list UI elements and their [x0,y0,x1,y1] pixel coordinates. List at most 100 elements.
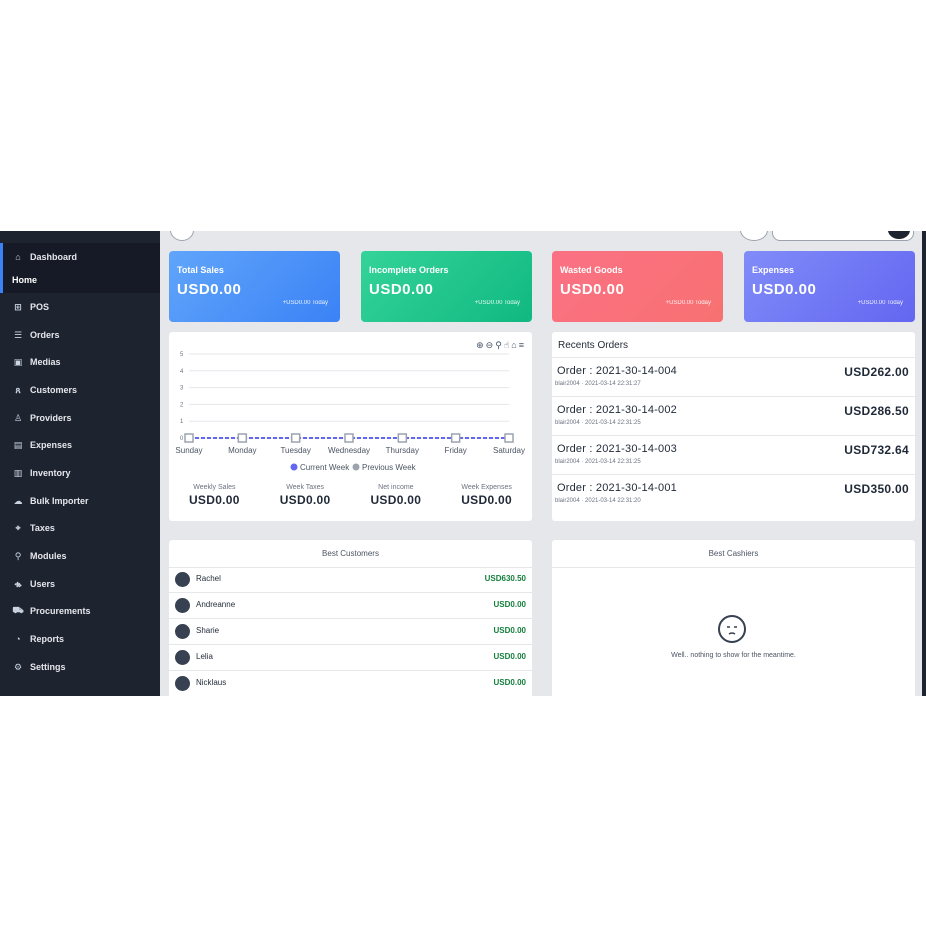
card-value: USD0.00 [369,281,434,298]
panel-title: Recents Orders [558,340,629,351]
data-point [504,433,514,443]
sidebar-item-taxes[interactable]: ⌖ Taxes [12,519,55,537]
sidebar-label: Modules [30,551,67,561]
card-label: Expenses [752,265,795,275]
customer-row[interactable]: Andreanne USD0.00 [169,593,532,619]
truck-icon: ⛟ [12,605,24,615]
card-subtext: +USD0.00 Today [665,300,711,306]
best-customers-panel: Best Customers Rachel USD630.50 Andreann… [169,540,532,696]
sidebar-item-customers[interactable]: ጸ Customers [12,381,77,399]
customer-amount: USD0.00 [493,600,526,609]
data-point [397,433,408,443]
legend-label: Previous Week [362,463,417,472]
avatar [175,598,190,613]
sidebar-item-dashboard-label[interactable]: ⌂ Dashboard [12,248,77,266]
x-tick-label: Monday [228,446,256,455]
card-label: Total Sales [177,265,224,275]
order-meta: blair2004 · 2021-03-14 22:31:27 [555,381,641,387]
y-tick-label: 5 [180,352,184,358]
data-point [237,433,248,443]
plug-icon: ⚲ [14,550,22,561]
customer-name: Nicklaus [196,678,227,687]
customer-row[interactable]: Sharie USD0.00 [169,619,532,645]
legend-marker [352,463,360,471]
dashboard-app: ⌂ Dashboard Home ⊞ POS ☰ Orders ▣ Medias… [0,231,926,696]
sidebar-item-expenses[interactable]: ▤ Expenses [12,436,72,454]
sidebar-label: Orders [30,330,60,340]
sidebar-subitem-home[interactable]: Home [12,275,37,285]
avatar [175,650,190,665]
list-icon: ☰ [13,329,23,340]
customer-row[interactable]: Nicklaus USD0.00 [169,671,532,696]
sidebar-label: Settings [30,662,66,672]
panel-title: Best Customers [169,540,532,568]
customer-amount: USD0.00 [493,678,526,687]
week-taxes-stat: Week Taxes USD0.00 [260,484,351,507]
avatar [175,572,190,587]
x-tick-label: Thursday [386,446,419,455]
y-tick-label: 4 [180,369,184,375]
order-row[interactable]: Order : 2021-30-14-002 blair2004 · 2021-… [552,396,915,435]
sidebar-item-procurements[interactable]: ⛟ Procurements [12,602,91,620]
sidebar-item-providers[interactable]: ♙ Providers [12,409,72,427]
gear-icon: ⚙ [13,661,23,672]
order-meta: blair2004 · 2021-03-14 22:31:25 [555,459,641,465]
sidebar-item-reports[interactable]: ◔ Reports [12,630,64,648]
user-icon: ♙ [13,412,23,423]
sidebar-item-orders[interactable]: ☰ Orders [12,326,60,344]
stat-title: Week Expenses [461,484,512,491]
order-row[interactable]: Order : 2021-30-14-001 blair2004 · 2021-… [552,474,915,513]
weekly-chart-panel: ⊕⊖⚲☝⌂≡ 5 4 3 2 1 0 Sunday Monday Tuesday Wednesda… [169,332,532,521]
empty-message: Well.. nothing to show for the meantime. [671,652,796,659]
order-code: Order : 2021-30-14-004 [557,365,677,377]
stat-title: Weekly Sales [193,484,236,491]
card-value: USD0.00 [177,281,242,298]
customer-name: Rachel [196,574,221,583]
customer-row[interactable]: Lelia USD0.00 [169,645,532,671]
legend-label: Current Week [300,463,350,472]
sidebar-item-modules[interactable]: ⚲ Modules [12,547,67,565]
stat-value: USD0.00 [461,493,513,507]
order-row[interactable]: Order : 2021-30-14-003 blair2004 · 2021-… [552,435,915,474]
sidebar-item-users[interactable]: ቈ Users [12,575,55,593]
customer-name: Sharie [196,626,220,635]
menu-toggle-button[interactable] [170,231,194,241]
stat-title: Net income [378,484,414,491]
customer-amount: USD0.00 [493,652,526,661]
tag-icon: ⌖ [15,522,21,533]
card-subtext: +USD0.00 Today [857,300,903,306]
card-label: Wasted Goods [560,265,623,275]
stat-title: Week Taxes [286,484,325,491]
cloud-upload-icon: ☁ [13,495,23,506]
stat-value: USD0.00 [370,493,422,507]
users-icon: ጸ [15,384,21,395]
order-row[interactable]: Order : 2021-30-14-004 blair2004 · 2021-… [552,357,915,396]
incomplete-orders-card: Incomplete Orders USD0.00 +USD0.00 Today [361,251,532,322]
total-sales-card: Total Sales USD0.00 +USD0.00 Today [169,251,340,322]
sidebar-label: Taxes [30,523,55,533]
sidebar-item-medias[interactable]: ▣ Medias [12,353,61,371]
sidebar-item-inventory[interactable]: ▥ Inventory [12,464,71,482]
data-point [450,433,461,443]
x-tick-label: Friday [445,446,467,455]
stat-value: USD0.00 [188,493,240,507]
scrollbar[interactable] [922,231,926,696]
customer-row[interactable]: Rachel USD630.50 [169,567,532,593]
weekly-sales-stat: Weekly Sales USD0.00 [169,484,260,507]
sidebar-item-settings[interactable]: ⚙ Settings [12,658,66,676]
sidebar-label: Customers [30,385,78,395]
net-income-stat: Net income USD0.00 [351,484,442,507]
y-tick-label: 3 [180,386,184,392]
sidebar-label: Dashboard [30,252,78,262]
sidebar-label: Procurements [30,606,91,616]
card-label: Incomplete Orders [369,265,449,275]
sad-face-icon [718,615,746,643]
sidebar-label: Bulk Importer [30,496,89,506]
card-value: USD0.00 [560,281,625,298]
notification-button[interactable] [740,231,768,241]
order-code: Order : 2021-30-14-001 [557,482,677,494]
chart-icon: ◔ [15,634,21,644]
sidebar-item-bulk-importer[interactable]: ☁ Bulk Importer [12,492,89,510]
sidebar-item-pos[interactable]: ⊞ POS [12,298,49,316]
expenses-card: Expenses USD0.00 +USD0.00 Today [744,251,915,322]
